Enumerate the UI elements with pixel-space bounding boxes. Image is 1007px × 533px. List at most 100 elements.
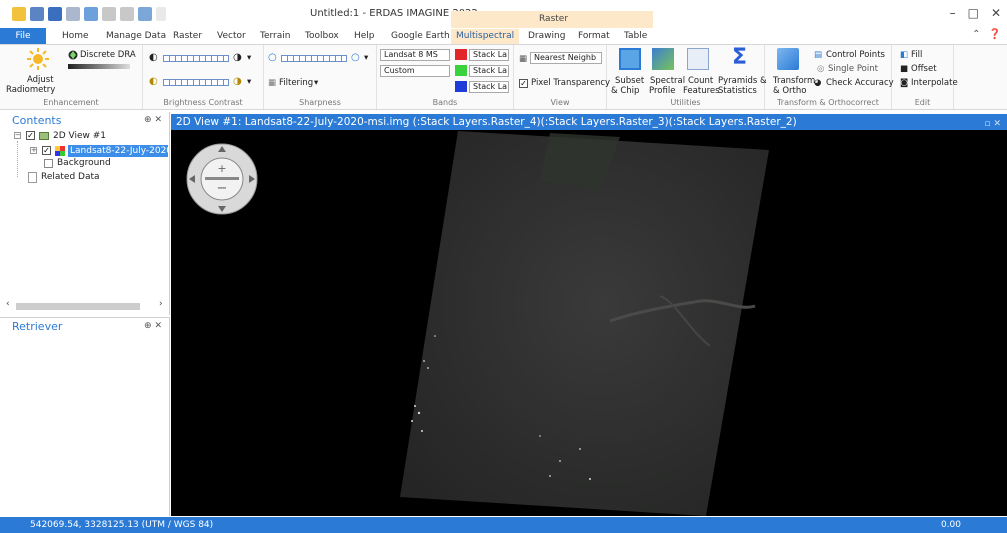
subset-chip-icon[interactable]: [619, 48, 641, 70]
tree-related-data[interactable]: Related Data: [41, 171, 100, 183]
tree-2d-view[interactable]: 2D View #1: [53, 130, 106, 142]
resample-select[interactable]: Nearest Neighb: [530, 52, 602, 64]
green-band-select[interactable]: Stack La: [469, 65, 509, 77]
collapse-ribbon-icon[interactable]: ⌃: [972, 29, 980, 40]
contrast-slider[interactable]: [163, 79, 229, 86]
help-icon[interactable]: ❓: [989, 29, 1001, 40]
utilities-group: Subset & Chip Spectral Profile Count Fea…: [607, 45, 767, 109]
check-accuracy-button[interactable]: Check Accuracy: [826, 78, 894, 88]
sensor-select[interactable]: Landsat 8 MS: [380, 49, 450, 61]
view-window-controls[interactable]: ▫ ✕: [984, 116, 1001, 132]
spectral-label[interactable]: Spectral: [650, 76, 685, 86]
filtering-icon: ▦: [268, 78, 277, 88]
contents-panel: Contents ⊕ ✕ − ✓ 2D View #1 + ✓ Landsat8…: [0, 112, 170, 315]
tab-format[interactable]: Format: [578, 29, 610, 44]
pointer-icon[interactable]: [66, 7, 80, 21]
contents-hscrollbar[interactable]: ‹ ›: [6, 299, 170, 312]
minimize-button[interactable]: –: [950, 6, 956, 20]
zoom-out-icon[interactable]: [120, 7, 134, 21]
filtering-button[interactable]: Filtering: [279, 78, 313, 88]
features-label[interactable]: Features: [683, 86, 720, 96]
subset-label[interactable]: Subset: [615, 76, 644, 86]
discrete-dra-button[interactable]: Discrete DRA: [80, 50, 136, 60]
navigation-widget[interactable]: + −: [185, 142, 259, 216]
background-checkbox[interactable]: [44, 159, 53, 168]
adjust-label[interactable]: Adjust: [27, 75, 54, 85]
red-channel-swatch: [455, 49, 467, 60]
tab-toolbox[interactable]: Toolbox: [305, 29, 339, 44]
tab-manage-data[interactable]: Manage Data: [106, 29, 166, 44]
scroll-right-icon[interactable]: ›: [159, 299, 163, 309]
svg-text:−: −: [217, 181, 228, 196]
tab-help[interactable]: Help: [354, 29, 375, 44]
profile-label[interactable]: Profile: [649, 86, 675, 96]
fill-button[interactable]: Fill: [911, 50, 922, 60]
tab-google-earth[interactable]: Google Earth: [391, 29, 450, 44]
interpolate-button[interactable]: Interpolate: [911, 78, 958, 88]
spectral-profile-icon[interactable]: [652, 48, 674, 70]
band-preset-select[interactable]: Custom: [380, 65, 450, 77]
tab-raster[interactable]: Raster: [173, 29, 202, 44]
related-data-icon: [28, 172, 37, 183]
2d-view[interactable]: 2D View #1: Landsat8-22-July-2020-msi.im…: [171, 114, 1007, 516]
raster-layer-icon: [55, 146, 65, 156]
tree-layer[interactable]: Landsat8-22-July-2020-n: [68, 145, 168, 157]
save-icon[interactable]: [48, 7, 62, 21]
transform-label[interactable]: Transform: [773, 76, 815, 86]
adjust-radiometry-icon[interactable]: [27, 48, 49, 70]
count-label[interactable]: Count: [688, 76, 713, 86]
edit-group: ◧ Fill ■ Offset ◙ Interpolate Edit: [892, 45, 958, 109]
chip-label[interactable]: & Chip: [611, 86, 639, 96]
select-icon[interactable]: [84, 7, 98, 21]
radiometry-label[interactable]: Radiometry: [6, 85, 55, 95]
tab-home[interactable]: Home: [62, 29, 89, 44]
tab-vector[interactable]: Vector: [217, 29, 246, 44]
tree-background[interactable]: Background: [57, 157, 111, 169]
contents-pin-close[interactable]: ⊕ ✕: [144, 115, 162, 125]
pyramids-statistics-icon[interactable]: Σ: [732, 46, 747, 70]
layer-expander[interactable]: +: [30, 147, 37, 154]
tab-terrain[interactable]: Terrain: [260, 29, 290, 44]
pyramids-label[interactable]: Pyramids &: [718, 76, 767, 86]
interpolate-icon: ◙: [900, 78, 909, 88]
open-icon[interactable]: [30, 7, 44, 21]
single-point-button[interactable]: Single Point: [828, 64, 878, 74]
zoom-in-icon[interactable]: [102, 7, 116, 21]
contrast-max-icon: ◑: [233, 76, 242, 87]
tree-guides: [0, 112, 18, 182]
tab-file[interactable]: File: [0, 28, 46, 44]
offset-button[interactable]: Offset: [911, 64, 937, 74]
tab-multispectral[interactable]: Multispectral: [451, 29, 520, 44]
status-bar: 542069.54, 3328125.13 (UTM / WGS 84) 0.0…: [0, 517, 1007, 533]
layer-checkbox[interactable]: ✓: [42, 146, 51, 155]
view-group-label: View: [550, 98, 570, 107]
red-band-select[interactable]: Stack La: [469, 49, 509, 61]
statistics-label[interactable]: Statistics: [718, 86, 757, 96]
tab-drawing[interactable]: Drawing: [528, 29, 565, 44]
customize-qat-icon[interactable]: [156, 7, 166, 21]
blue-band-select[interactable]: Stack La: [469, 81, 509, 93]
scroll-left-icon[interactable]: ‹: [6, 299, 10, 309]
close-button[interactable]: ✕: [991, 6, 1001, 20]
view-checkbox[interactable]: ✓: [26, 131, 35, 140]
satellite-scene-image[interactable]: [400, 131, 770, 516]
sharpness-slider[interactable]: [281, 55, 347, 62]
maximize-button[interactable]: □: [968, 6, 979, 20]
tab-table[interactable]: Table: [624, 29, 647, 44]
contrast-dropdown-icon[interactable]: ▾: [247, 77, 251, 87]
scroll-thumb[interactable]: [16, 303, 140, 310]
control-points-button[interactable]: Control Points: [826, 50, 885, 60]
filtering-dropdown-icon[interactable]: ▾: [314, 78, 318, 88]
blue-channel-swatch: [455, 81, 467, 92]
sharpness-dropdown-icon[interactable]: ▾: [364, 53, 368, 63]
transform-ortho-icon[interactable]: [777, 48, 799, 70]
brightness-dropdown-icon[interactable]: ▾: [247, 53, 251, 63]
view-expander[interactable]: −: [14, 132, 21, 139]
pixel-transparency-checkbox[interactable]: ✓: [519, 79, 528, 88]
count-features-icon[interactable]: [687, 48, 709, 70]
app-menu-icon[interactable]: [12, 7, 26, 21]
ortho-label[interactable]: & Ortho: [773, 86, 806, 96]
retriever-pin-close[interactable]: ⊕ ✕: [144, 321, 162, 331]
brightness-slider[interactable]: [163, 55, 229, 62]
pan-icon[interactable]: [138, 7, 152, 21]
